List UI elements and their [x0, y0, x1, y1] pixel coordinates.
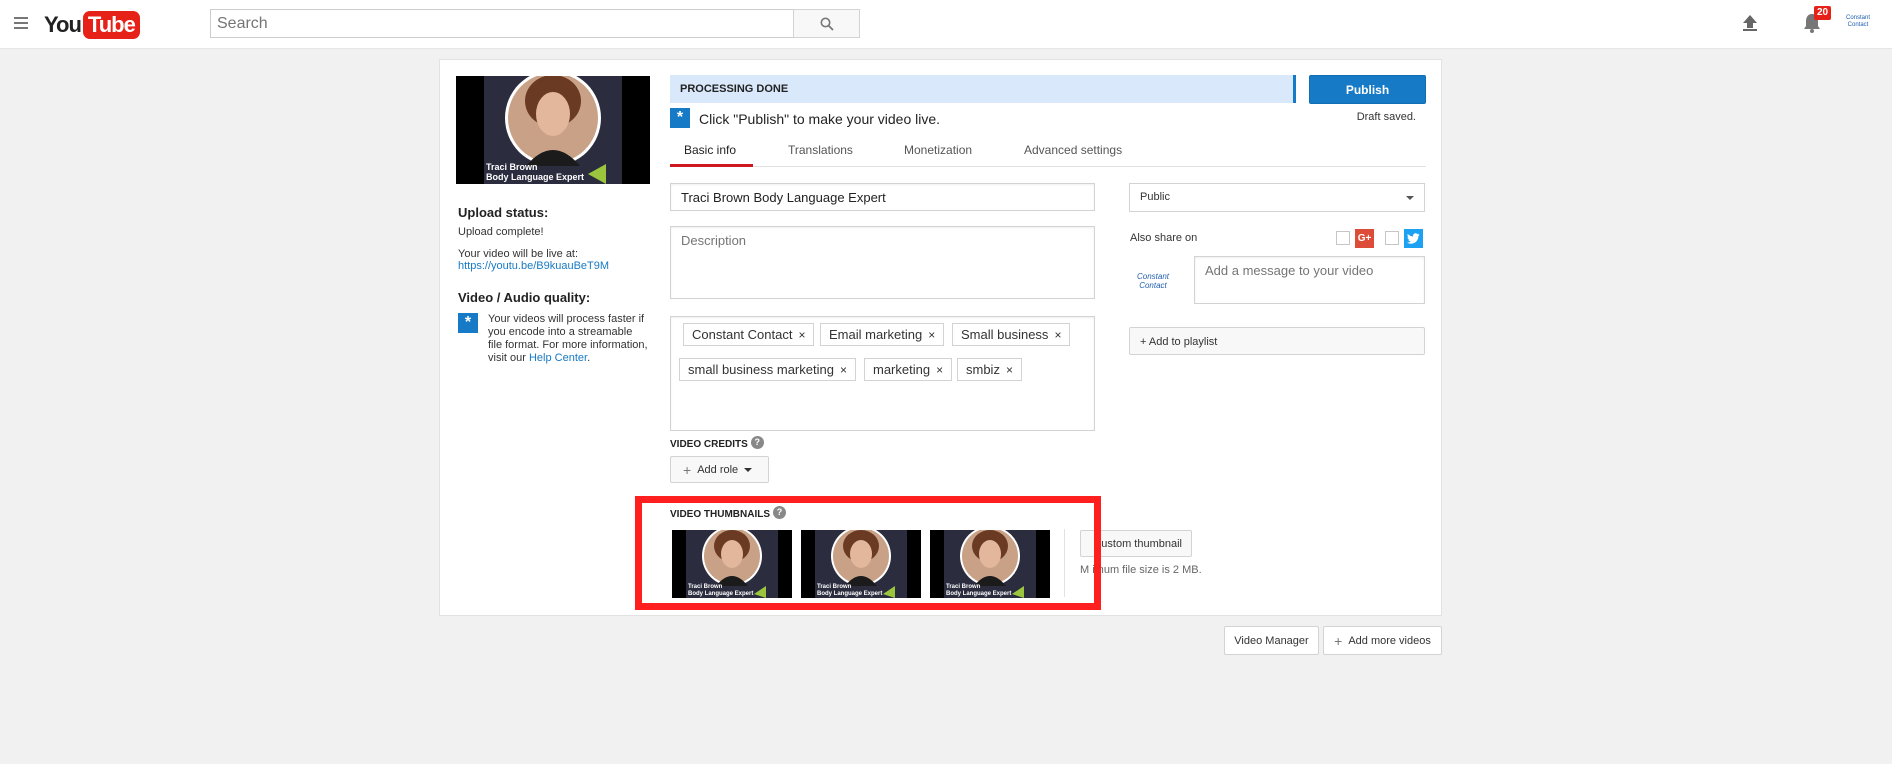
add-to-playlist-button[interactable]: + Add to playlist	[1129, 327, 1425, 355]
tag-label: Email marketing	[829, 327, 923, 342]
share-message-input[interactable]	[1194, 256, 1425, 304]
tags-input[interactable]: Constant Contact × Email marketing × Small…	[670, 316, 1095, 431]
tab-advanced-settings[interactable]: Advanced settings	[1024, 140, 1122, 167]
plus-icon: +	[683, 461, 692, 478]
thumbnail-subtitle: Body Language Expert	[486, 172, 585, 182]
video-credits-label: VIDEO CREDITS?	[670, 436, 764, 450]
search-input[interactable]	[210, 9, 794, 38]
also-share-label: Also share on	[1130, 232, 1198, 244]
title-input[interactable]	[670, 183, 1095, 211]
upload-info-panel: Upload status: Upload complete! Your vid…	[458, 205, 648, 365]
video-credits-text: VIDEO CREDITS	[670, 439, 748, 450]
tab-monetization[interactable]: Monetization	[904, 140, 972, 167]
share-gplus-checkbox[interactable]	[1336, 231, 1350, 245]
notification-badge: 20	[1814, 6, 1832, 20]
account-avatar[interactable]: Constant Contact	[1845, 11, 1871, 37]
highlight-frame	[635, 496, 1101, 610]
add-role-button[interactable]: + Add role	[670, 456, 769, 483]
tab-translations[interactable]: Translations	[788, 140, 853, 167]
google-plus-icon: G+	[1355, 229, 1374, 248]
upload-complete-text: Upload complete!	[458, 226, 544, 238]
publish-star-icon: *	[670, 108, 690, 128]
video-url-link[interactable]: https://youtu.be/B9kuauBeT9M	[458, 260, 648, 272]
add-more-videos-button[interactable]: + Add more videos	[1323, 626, 1442, 655]
privacy-select[interactable]: Public	[1129, 183, 1425, 212]
upload-icon[interactable]	[1741, 14, 1759, 32]
logo-tube-text: Tube	[82, 11, 140, 39]
help-center-link[interactable]: Help Center	[529, 352, 587, 364]
tag-chip: small business marketing ×	[679, 358, 856, 381]
tag-label: Small business	[961, 327, 1049, 342]
remove-tag-icon[interactable]: ×	[1006, 363, 1013, 377]
video-preview-thumbnail[interactable]: Traci Brown Body Language Expert	[456, 76, 650, 184]
tag-chip: marketing ×	[864, 358, 953, 381]
publish-button[interactable]: Publish	[1309, 75, 1426, 104]
tag-label: small business marketing	[688, 362, 834, 377]
tag-chip: Email marketing ×	[820, 323, 945, 346]
remove-tag-icon[interactable]: ×	[928, 328, 935, 342]
youtube-logo[interactable]: You Tube	[44, 11, 140, 39]
draft-saved-text: Draft saved.	[1356, 111, 1416, 123]
tag-chip: Small business ×	[952, 323, 1071, 346]
video-manager-button[interactable]: Video Manager	[1224, 626, 1319, 655]
privacy-value: Public	[1140, 191, 1170, 203]
info-star-icon: *	[458, 313, 478, 333]
processing-status-bar: PROCESSING DONE	[670, 75, 1296, 103]
live-at-text: Your video will be live at:	[458, 248, 579, 260]
add-role-label: Add role	[697, 463, 739, 476]
quality-heading: Video / Audio quality:	[458, 290, 591, 305]
tag-label: marketing	[873, 362, 931, 377]
tab-basic-info[interactable]: Basic info	[670, 140, 753, 167]
upload-status-heading: Upload status:	[458, 205, 549, 220]
remove-tag-icon[interactable]: ×	[840, 363, 847, 377]
tag-label: smbiz	[966, 362, 1000, 377]
constant-contact-avatar: Constant Contact	[1136, 272, 1170, 290]
remove-tag-icon[interactable]: ×	[1054, 328, 1061, 342]
publish-hint: Click "Publish" to make your video live.	[699, 111, 941, 127]
search-button[interactable]	[793, 9, 860, 38]
tag-chip: smbiz ×	[957, 358, 1022, 381]
logo-you-text: You	[44, 12, 82, 37]
twitter-icon	[1404, 229, 1423, 248]
tab-bar: Basic info Translations Monetization Adv…	[670, 140, 1426, 167]
dropdown-caret-icon	[744, 467, 753, 472]
add-more-videos-label: Add more videos	[1348, 634, 1431, 647]
tag-label: Constant Contact	[692, 327, 793, 342]
menu-icon[interactable]	[14, 17, 28, 29]
remove-tag-icon[interactable]: ×	[936, 363, 943, 377]
description-input[interactable]	[670, 226, 1095, 299]
share-twitter-checkbox[interactable]	[1385, 231, 1399, 245]
thumbnail-name: Traci Brown	[486, 162, 538, 172]
tag-chip: Constant Contact ×	[683, 323, 815, 346]
quality-info: Your videos will process faster if you e…	[488, 313, 648, 365]
help-icon[interactable]: ?	[750, 436, 764, 449]
quality-period: .	[587, 352, 591, 364]
plus-icon: +	[1334, 632, 1343, 649]
search-icon	[820, 17, 834, 31]
chevron-down-icon	[1406, 196, 1414, 200]
remove-tag-icon[interactable]: ×	[798, 328, 805, 342]
